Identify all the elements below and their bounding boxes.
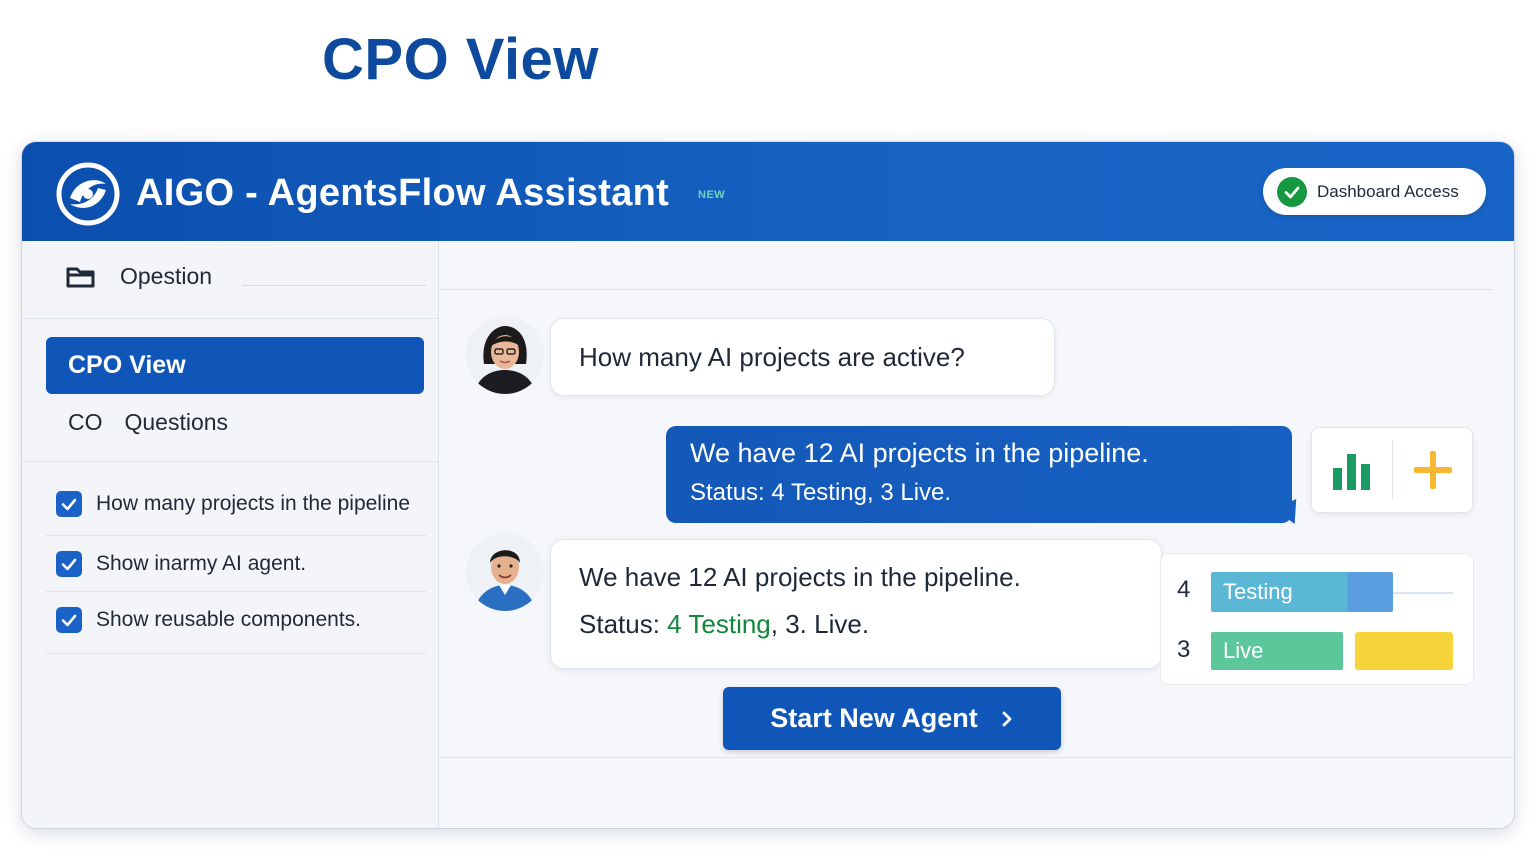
check-circle-icon (1277, 176, 1307, 207)
app-title: AIGO - AgentsFlow Assistant (136, 172, 670, 214)
page-heading: CPO View (322, 27, 599, 92)
app-window: AIGO - AgentsFlow Assistant NEW Dashboar… (22, 142, 1514, 828)
status-count: 4 (1177, 576, 1191, 603)
start-new-agent-button[interactable]: Start New Agent (723, 687, 1061, 750)
user-question-bubble: How many AI projects are active? (550, 318, 1055, 396)
user-avatar (466, 316, 544, 394)
status-count: 3 (1177, 636, 1191, 663)
divider (46, 591, 426, 592)
status-bar-testing: Testing (1211, 572, 1393, 612)
reply-status-prefix: Status: (579, 609, 660, 639)
sidebar-folder[interactable]: Opestion (66, 263, 212, 290)
female-user-avatar-icon (466, 316, 544, 394)
nav-item-label: Questions (124, 409, 229, 435)
aigo-logo-icon (56, 162, 120, 226)
reply-status-highlight: 4 Testing (667, 609, 771, 639)
folder-label: Opestion (120, 263, 213, 289)
chat-panel: How many AI projects are active? We have… (440, 241, 1514, 828)
folder-icon (66, 267, 95, 287)
nav-item-label: CPO View (68, 351, 186, 379)
divider (22, 461, 438, 462)
answer-line-1: We have 12 AI projects in the pipeline. (690, 438, 1149, 468)
status-breakdown: 4 Testing 3 Live (1160, 553, 1474, 685)
assistant-answer-bubble: We have 12 AI projects in the pipeline. … (666, 426, 1292, 523)
divider (46, 535, 426, 536)
plus-icon[interactable] (1411, 448, 1455, 492)
status-label: Live (1223, 638, 1264, 663)
divider (22, 318, 438, 319)
divider (440, 757, 1514, 758)
agent-avatar (466, 533, 544, 611)
checklist-item-pipeline[interactable]: How many projects in the pipeline (56, 491, 410, 517)
checkbox-checked-icon[interactable] (56, 551, 82, 577)
answer-tools (1311, 427, 1473, 513)
status-label: Testing (1223, 579, 1293, 604)
checklist-label: Show inarmy AI agent. (96, 552, 307, 575)
male-agent-avatar-icon (466, 533, 544, 611)
answer-line-2: Status: 4 Testing, 3 Live. (690, 479, 952, 506)
checklist-item-components[interactable]: Show reusable components. (56, 607, 361, 633)
divider (440, 289, 1494, 290)
checklist-label: How many projects in the pipeline (96, 492, 410, 515)
checklist-item-agent[interactable]: Show inarmy AI agent. (56, 551, 306, 577)
agent-reply-bubble: We have 12 AI projects in the pipeline. … (550, 539, 1162, 669)
nav-item-co-questions[interactable]: CO Questions (68, 409, 228, 436)
dashboard-access-label: Dashboard Access (1317, 181, 1459, 201)
divider (242, 285, 426, 286)
reply-line-2: Status: 4 Testing, 3. Live. (579, 609, 1133, 640)
divider (1392, 440, 1393, 500)
bar-chart-icon[interactable] (1331, 450, 1373, 492)
divider (46, 653, 426, 654)
new-badge: NEW (698, 189, 726, 201)
status-bar-extra (1355, 632, 1453, 670)
nav-item-prefix: CO (68, 409, 103, 435)
reply-line-1: We have 12 AI projects in the pipeline. (579, 562, 1021, 592)
checkbox-checked-icon[interactable] (56, 607, 82, 633)
reply-status-rest: , 3. Live. (770, 609, 870, 639)
checklist-label: Show reusable components. (96, 608, 361, 631)
checkbox-checked-icon[interactable] (56, 491, 82, 517)
status-bar-live: Live (1211, 632, 1343, 670)
status-row-live: 3 Live (1161, 632, 1473, 672)
start-new-agent-label: Start New Agent (770, 703, 978, 733)
status-track (1393, 592, 1453, 594)
nav-item-cpo-view[interactable]: CPO View (46, 337, 424, 394)
status-row-testing: 4 Testing (1161, 572, 1473, 612)
chevron-right-icon (1002, 711, 1012, 726)
sidebar: Opestion CPO View CO Questions How many … (22, 241, 439, 828)
app-header: AIGO - AgentsFlow Assistant NEW Dashboar… (22, 142, 1514, 241)
dashboard-access-button[interactable]: Dashboard Access (1263, 168, 1486, 215)
question-text: How many AI projects are active? (579, 341, 965, 372)
